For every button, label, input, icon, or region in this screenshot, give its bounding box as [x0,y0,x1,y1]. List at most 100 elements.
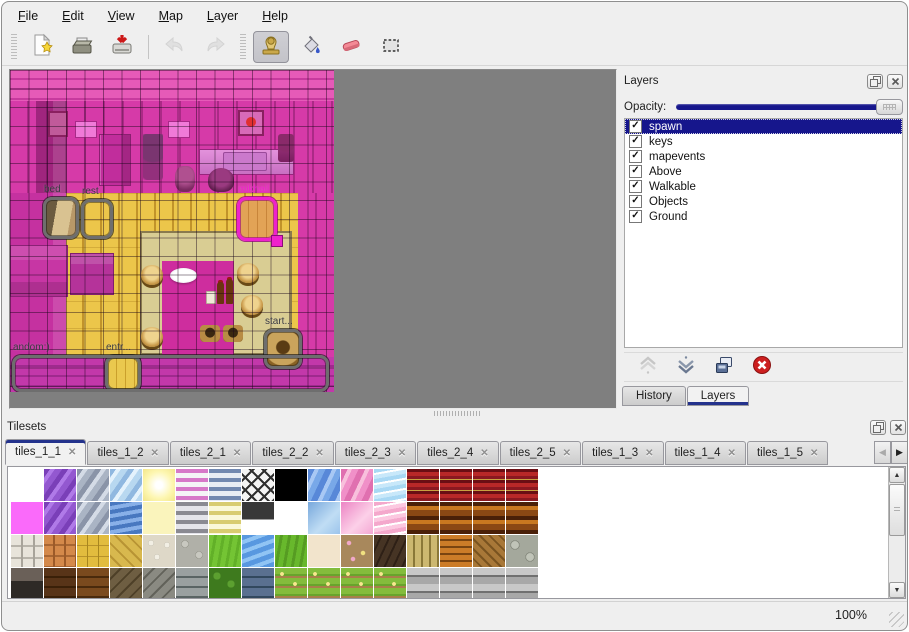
tileset-tab-tiles_2_2[interactable]: tiles_2_2✕ [252,441,333,465]
tileset-tile-dark_roof[interactable] [374,535,406,567]
float-panel-button[interactable] [870,420,886,435]
tileset-tile-brown_wall[interactable] [473,502,505,534]
tileset-tile-red_wall[interactable] [473,469,505,501]
tileset-tile-pink_window[interactable] [341,502,373,534]
tileset-tile-white[interactable] [275,502,307,534]
layer-row-ground[interactable]: ✓Ground [625,209,902,224]
tileset-tile-grass_flowers[interactable] [374,568,406,599]
horizontal-splitter[interactable] [5,409,908,417]
layer-row-walkable[interactable]: ✓Walkable [625,179,902,194]
close-panel-button[interactable] [890,420,906,435]
close-tab-icon[interactable]: ✕ [233,448,241,459]
toolbar-grip[interactable] [240,34,246,60]
tileset-tile-blue_water[interactable] [242,535,274,567]
close-tab-icon[interactable]: ✕ [315,448,323,459]
tileset-tile-pink_stripes[interactable] [176,469,208,501]
tileset-tab-tiles_1_3[interactable]: tiles_1_3✕ [582,441,663,465]
tileset-tile-orange_stone[interactable] [44,535,76,567]
tileset-tab-tiles_1_1[interactable]: tiles_1_1✕ [5,439,86,465]
opacity-slider-handle[interactable] [876,99,903,115]
select-button[interactable] [373,31,409,63]
dock-tab-history[interactable]: History [622,386,686,406]
tileset-tile-dark_brown_wall[interactable] [44,568,76,599]
tileset-tile-green_hedge[interactable] [209,568,241,599]
tileset-tile-water[interactable] [110,502,142,534]
layer-visibility-checkbox[interactable]: ✓ [629,120,642,133]
layer-row-mapevents[interactable]: ✓mapevents [625,149,902,164]
layer-row-above[interactable]: ✓Above [625,164,902,179]
eraser-button[interactable] [333,31,369,63]
tileset-tile-blue_window[interactable] [308,502,340,534]
map-view[interactable]: bedrestmikhailstart...entr...andom:) [9,69,617,409]
tileset-tab-tiles_1_2[interactable]: tiles_1_2✕ [87,441,168,465]
tileset-tile-yellow_tile[interactable] [77,535,109,567]
tileset-tile-white[interactable] [11,469,43,501]
tileset-tile-white_stone[interactable] [11,535,43,567]
layer-row-spawn[interactable]: ✓spawn [625,119,902,134]
tileset-tile-dark_sign[interactable] [242,502,274,534]
new-button[interactable] [24,31,60,63]
tileset-tile-gray_ledge[interactable] [440,568,472,599]
tileset-tile-gray_round_stone[interactable] [506,535,538,567]
close-tab-icon[interactable]: ✕ [810,448,818,459]
scroll-down-button[interactable]: ▼ [889,582,905,598]
tileset-tile-yellow_glow[interactable] [143,469,175,501]
stamp-button[interactable] [253,31,289,63]
tileset-tile-red_wall[interactable] [440,469,472,501]
tileset-tile-green_grass2[interactable] [275,535,307,567]
scrollbar-thumb[interactable] [889,484,905,536]
tileset-tile-gray_ledge[interactable] [506,568,538,599]
menu-view[interactable]: View [104,7,139,25]
tileset-tile-ice_zigzag[interactable] [374,469,406,501]
tileset-tile-grass_flowers[interactable] [341,568,373,599]
tileset-tile-blue_stripes[interactable] [209,469,241,501]
fill-button[interactable] [293,31,329,63]
save-button[interactable] [104,31,140,63]
tileset-tile-blue_brick[interactable] [242,568,274,599]
tileset-tile-yellow_stripes[interactable] [209,502,241,534]
tileset-tile-blue_diag[interactable] [308,469,340,501]
scroll-tabs-left-button[interactable]: ◀ [874,441,891,464]
tileset-tile-brown_stone[interactable] [110,568,142,599]
tileset-tab-tiles_2_3[interactable]: tiles_2_3✕ [335,441,416,465]
tileset-tile-pink_zigzag[interactable] [374,502,406,534]
menu-file[interactable]: File [14,7,42,25]
map-object-outline[interactable] [43,197,79,239]
tileset-tile-orange_weave[interactable] [440,535,472,567]
resize-grip[interactable] [889,612,904,627]
tileset-tile-pale_yellow[interactable] [143,502,175,534]
tileset-tile-brown_brick[interactable] [77,568,109,599]
tileset-tile-dirt_flowers[interactable] [341,535,373,567]
scroll-tabs-right-button[interactable]: ▶ [891,441,908,464]
map-object-random[interactable]: andom:) [12,355,329,392]
delete-layer-button[interactable] [750,355,774,379]
tileset-tile-gray_crystal[interactable] [77,469,109,501]
tileset-tile-grass_flowers[interactable] [308,568,340,599]
tileset-tile-gray_ledge[interactable] [407,568,439,599]
tileset-tab-tiles_2_5[interactable]: tiles_2_5✕ [500,441,581,465]
tileset-tile-pale_sand[interactable] [308,535,340,567]
tileset-tile-gray_crystal[interactable] [77,502,109,534]
close-tab-icon[interactable]: ✕ [563,448,571,459]
map-object-outline[interactable] [12,355,329,392]
map-object-mikhail[interactable]: mikhail [237,197,277,241]
tileset-tab-tiles_2_4[interactable]: tiles_2_4✕ [417,441,498,465]
tileset-tile-magenta[interactable] [11,502,43,534]
menu-edit[interactable]: Edit [58,7,88,25]
tileset-tile-gray_brick[interactable] [176,568,208,599]
close-panel-button[interactable] [887,74,903,89]
splitter-grip[interactable] [434,411,480,416]
tileset-tile-gray_stripes[interactable] [176,502,208,534]
resize-handle[interactable] [271,235,283,247]
close-tab-icon[interactable]: ✕ [728,448,736,459]
undo-button[interactable] [157,31,193,63]
duplicate-layer-button[interactable] [712,355,736,379]
close-tab-icon[interactable]: ✕ [150,448,158,459]
tileset-tile-yellow_stone[interactable] [110,535,142,567]
layer-visibility-checkbox[interactable]: ✓ [629,165,642,178]
close-tab-icon[interactable]: ✕ [398,448,406,459]
tileset-tile-black[interactable] [275,469,307,501]
tileset-scrollbar[interactable]: ▲ ▼ [888,467,905,598]
tileset-tile-tan_bamboo[interactable] [407,535,439,567]
layer-row-objects[interactable]: ✓Objects [625,194,902,209]
